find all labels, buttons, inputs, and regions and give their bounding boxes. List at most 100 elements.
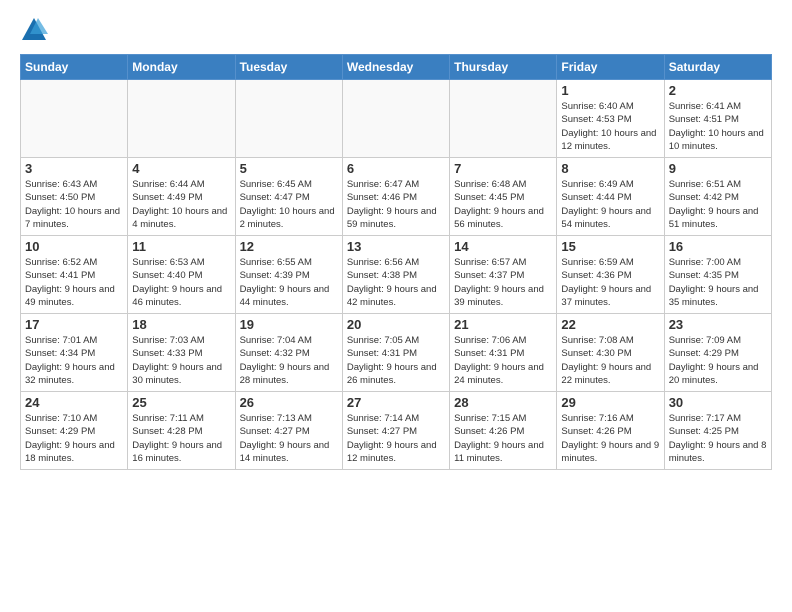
day-info: Sunrise: 6:47 AM Sunset: 4:46 PM Dayligh… (347, 178, 445, 231)
day-number: 27 (347, 395, 445, 410)
calendar-cell: 7 Sunrise: 6:48 AM Sunset: 4:45 PM Daylig… (450, 158, 557, 236)
calendar-week-5: 24 Sunrise: 7:10 AM Sunset: 4:29 PM Dayli… (21, 392, 772, 470)
page: SundayMondayTuesdayWednesdayThursdayFrid… (0, 0, 792, 612)
day-number: 5 (240, 161, 338, 176)
calendar-cell: 1 Sunrise: 6:40 AM Sunset: 4:53 PM Daylig… (557, 80, 664, 158)
day-info: Sunrise: 7:08 AM Sunset: 4:30 PM Dayligh… (561, 334, 659, 387)
day-number: 20 (347, 317, 445, 332)
day-header-saturday: Saturday (664, 55, 771, 80)
calendar-header-row: SundayMondayTuesdayWednesdayThursdayFrid… (21, 55, 772, 80)
day-number: 6 (347, 161, 445, 176)
day-number: 2 (669, 83, 767, 98)
calendar-cell: 24 Sunrise: 7:10 AM Sunset: 4:29 PM Dayli… (21, 392, 128, 470)
calendar-cell (128, 80, 235, 158)
calendar-cell (21, 80, 128, 158)
calendar-cell: 5 Sunrise: 6:45 AM Sunset: 4:47 PM Daylig… (235, 158, 342, 236)
logo (20, 16, 52, 44)
day-info: Sunrise: 7:06 AM Sunset: 4:31 PM Dayligh… (454, 334, 552, 387)
calendar-cell: 2 Sunrise: 6:41 AM Sunset: 4:51 PM Daylig… (664, 80, 771, 158)
day-info: Sunrise: 6:52 AM Sunset: 4:41 PM Dayligh… (25, 256, 123, 309)
day-number: 4 (132, 161, 230, 176)
calendar-cell: 16 Sunrise: 7:00 AM Sunset: 4:35 PM Dayli… (664, 236, 771, 314)
day-info: Sunrise: 7:00 AM Sunset: 4:35 PM Dayligh… (669, 256, 767, 309)
calendar-cell: 17 Sunrise: 7:01 AM Sunset: 4:34 PM Dayli… (21, 314, 128, 392)
calendar-cell: 15 Sunrise: 6:59 AM Sunset: 4:36 PM Dayli… (557, 236, 664, 314)
calendar-table: SundayMondayTuesdayWednesdayThursdayFrid… (20, 54, 772, 470)
calendar-cell: 10 Sunrise: 6:52 AM Sunset: 4:41 PM Dayli… (21, 236, 128, 314)
calendar-cell: 11Sunrise: 6:53 AM Sunset: 4:40 PM Dayli… (128, 236, 235, 314)
calendar-cell: 30 Sunrise: 7:17 AM Sunset: 4:25 PM Dayli… (664, 392, 771, 470)
day-number: 7 (454, 161, 552, 176)
day-number: 17 (25, 317, 123, 332)
day-info: Sunrise: 7:11 AM Sunset: 4:28 PM Dayligh… (132, 412, 230, 465)
calendar-cell: 22 Sunrise: 7:08 AM Sunset: 4:30 PM Dayli… (557, 314, 664, 392)
day-number: 16 (669, 239, 767, 254)
day-number: 3 (25, 161, 123, 176)
day-info: Sunrise: 6:45 AM Sunset: 4:47 PM Dayligh… (240, 178, 338, 231)
day-number: 25 (132, 395, 230, 410)
day-info: Sunrise: 7:05 AM Sunset: 4:31 PM Dayligh… (347, 334, 445, 387)
day-number: 12 (240, 239, 338, 254)
day-info: Sunrise: 7:04 AM Sunset: 4:32 PM Dayligh… (240, 334, 338, 387)
day-number: 23 (669, 317, 767, 332)
day-header-monday: Monday (128, 55, 235, 80)
day-number: 30 (669, 395, 767, 410)
day-info: Sunrise: 6:55 AM Sunset: 4:39 PM Dayligh… (240, 256, 338, 309)
calendar-cell: 28Sunrise: 7:15 AM Sunset: 4:26 PM Dayli… (450, 392, 557, 470)
day-number: 10 (25, 239, 123, 254)
day-number: 21 (454, 317, 552, 332)
day-number: 19 (240, 317, 338, 332)
day-header-wednesday: Wednesday (342, 55, 449, 80)
calendar-cell: 8 Sunrise: 6:49 AM Sunset: 4:44 PM Daylig… (557, 158, 664, 236)
day-number: 28 (454, 395, 552, 410)
day-number: 18 (132, 317, 230, 332)
logo-icon (20, 16, 48, 44)
calendar-cell (342, 80, 449, 158)
calendar-cell: 26 Sunrise: 7:13 AM Sunset: 4:27 PM Dayli… (235, 392, 342, 470)
day-info: Sunrise: 6:59 AM Sunset: 4:36 PM Dayligh… (561, 256, 659, 309)
calendar-cell: 12 Sunrise: 6:55 AM Sunset: 4:39 PM Dayli… (235, 236, 342, 314)
day-info: Sunrise: 6:44 AM Sunset: 4:49 PM Dayligh… (132, 178, 230, 231)
day-number: 13 (347, 239, 445, 254)
day-info: Sunrise: 7:01 AM Sunset: 4:34 PM Dayligh… (25, 334, 123, 387)
calendar-week-4: 17 Sunrise: 7:01 AM Sunset: 4:34 PM Dayli… (21, 314, 772, 392)
day-info: Sunrise: 6:51 AM Sunset: 4:42 PM Dayligh… (669, 178, 767, 231)
calendar-cell: 9 Sunrise: 6:51 AM Sunset: 4:42 PM Daylig… (664, 158, 771, 236)
day-header-sunday: Sunday (21, 55, 128, 80)
calendar-cell (450, 80, 557, 158)
calendar-cell: 14Sunrise: 6:57 AM Sunset: 4:37 PM Dayli… (450, 236, 557, 314)
calendar-cell: 6 Sunrise: 6:47 AM Sunset: 4:46 PM Daylig… (342, 158, 449, 236)
day-number: 24 (25, 395, 123, 410)
day-info: Sunrise: 7:17 AM Sunset: 4:25 PM Dayligh… (669, 412, 767, 465)
calendar-cell: 21 Sunrise: 7:06 AM Sunset: 4:31 PM Dayli… (450, 314, 557, 392)
day-number: 8 (561, 161, 659, 176)
day-info: Sunrise: 6:57 AM Sunset: 4:37 PM Dayligh… (454, 256, 552, 309)
calendar-cell: 4 Sunrise: 6:44 AM Sunset: 4:49 PM Daylig… (128, 158, 235, 236)
day-number: 9 (669, 161, 767, 176)
day-info: Sunrise: 6:40 AM Sunset: 4:53 PM Dayligh… (561, 100, 659, 153)
calendar-cell (235, 80, 342, 158)
calendar-cell: 18 Sunrise: 7:03 AM Sunset: 4:33 PM Dayli… (128, 314, 235, 392)
day-info: Sunrise: 6:56 AM Sunset: 4:38 PM Dayligh… (347, 256, 445, 309)
calendar-week-2: 3Sunrise: 6:43 AM Sunset: 4:50 PM Daylig… (21, 158, 772, 236)
day-info: Sunrise: 6:48 AM Sunset: 4:45 PM Dayligh… (454, 178, 552, 231)
calendar-week-1: 1 Sunrise: 6:40 AM Sunset: 4:53 PM Daylig… (21, 80, 772, 158)
calendar-cell: 23Sunrise: 7:09 AM Sunset: 4:29 PM Dayli… (664, 314, 771, 392)
day-number: 1 (561, 83, 659, 98)
day-header-tuesday: Tuesday (235, 55, 342, 80)
calendar-cell: 3Sunrise: 6:43 AM Sunset: 4:50 PM Daylig… (21, 158, 128, 236)
day-number: 15 (561, 239, 659, 254)
day-info: Sunrise: 6:41 AM Sunset: 4:51 PM Dayligh… (669, 100, 767, 153)
calendar-cell: 13 Sunrise: 6:56 AM Sunset: 4:38 PM Dayli… (342, 236, 449, 314)
day-number: 26 (240, 395, 338, 410)
day-info: Sunrise: 7:03 AM Sunset: 4:33 PM Dayligh… (132, 334, 230, 387)
calendar-cell: 27Sunrise: 7:14 AM Sunset: 4:27 PM Dayli… (342, 392, 449, 470)
day-info: Sunrise: 7:10 AM Sunset: 4:29 PM Dayligh… (25, 412, 123, 465)
day-info: Sunrise: 6:49 AM Sunset: 4:44 PM Dayligh… (561, 178, 659, 231)
calendar-week-3: 10 Sunrise: 6:52 AM Sunset: 4:41 PM Dayli… (21, 236, 772, 314)
calendar-cell: 29Sunrise: 7:16 AM Sunset: 4:26 PM Dayli… (557, 392, 664, 470)
header (20, 16, 772, 44)
day-number: 22 (561, 317, 659, 332)
day-info: Sunrise: 7:13 AM Sunset: 4:27 PM Dayligh… (240, 412, 338, 465)
day-number: 29 (561, 395, 659, 410)
